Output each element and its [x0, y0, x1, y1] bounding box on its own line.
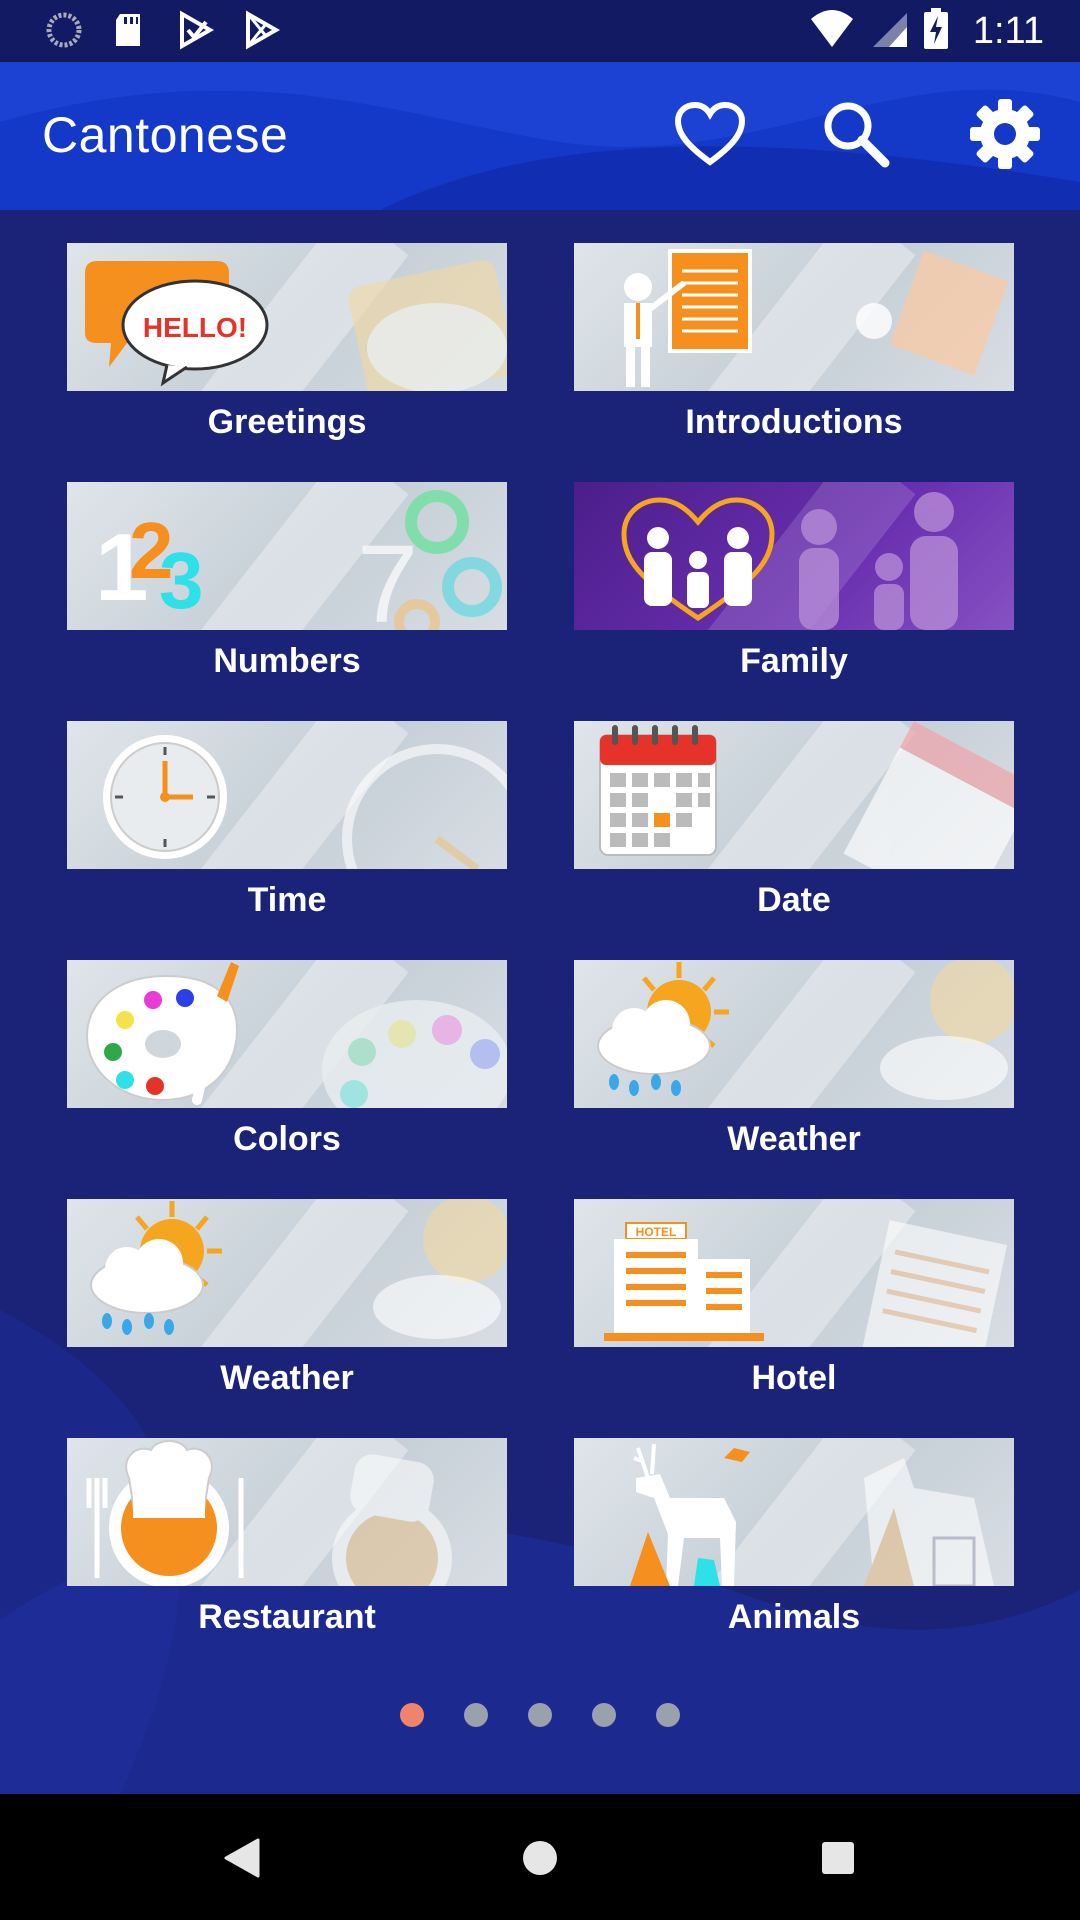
- category-card-introductions[interactable]: Introductions: [574, 243, 1014, 459]
- home-circle-icon: [523, 1841, 557, 1875]
- app-title: Cantonese: [42, 107, 289, 163]
- category-label: Colors: [233, 1120, 341, 1158]
- category-image: [67, 960, 507, 1108]
- category-label: Numbers: [213, 642, 361, 680]
- category-card-numbers[interactable]: 7 1 2 3 Numbers: [67, 482, 507, 698]
- category-label: Date: [757, 881, 831, 919]
- wifi-icon: [809, 9, 855, 54]
- category-label: Restaurant: [198, 1598, 376, 1636]
- page-dot-3[interactable]: [528, 1703, 552, 1727]
- status-time: 1:11: [972, 10, 1044, 52]
- category-image: HOTEL: [574, 1199, 1014, 1347]
- category-label: Time: [247, 881, 327, 919]
- category-card-weather-2[interactable]: Weather: [67, 1199, 507, 1415]
- category-card-date[interactable]: Date: [574, 721, 1014, 937]
- category-image: [574, 243, 1014, 391]
- signal-icon: [869, 9, 909, 54]
- battery-charging-icon: [923, 8, 949, 55]
- category-image: [574, 721, 1014, 869]
- recents-button[interactable]: [810, 1830, 866, 1886]
- page-indicator: [0, 1703, 1080, 1743]
- category-image: [67, 1199, 507, 1347]
- settings-button[interactable]: [963, 92, 1047, 176]
- page-dot-2[interactable]: [464, 1703, 488, 1727]
- category-image: [574, 1438, 1014, 1586]
- category-image: 7 1 2 3: [67, 482, 507, 630]
- category-image: HELLO!: [67, 243, 507, 391]
- category-card-restaurant[interactable]: Restaurant: [67, 1438, 507, 1654]
- family-heart-icon: [621, 492, 958, 630]
- back-triangle-icon: [224, 1838, 260, 1878]
- category-grid-area: HELLO! Greetings Introductions 7 1 2 3 N…: [0, 210, 1080, 1794]
- loading-icon: [44, 10, 84, 50]
- sun-cloud-rain-icon: [90, 1199, 507, 1339]
- category-card-family[interactable]: Family: [574, 482, 1014, 698]
- category-label: Animals: [727, 1598, 861, 1636]
- numbers-123-icon: 7 1 2 3: [95, 490, 502, 630]
- gear-icon: [970, 99, 1040, 169]
- category-image: [67, 1438, 507, 1586]
- category-label: Introductions: [685, 403, 903, 441]
- category-image: [574, 482, 1014, 630]
- presenter-board-icon: [624, 249, 1009, 387]
- category-grid: HELLO! Greetings Introductions 7 1 2 3 N…: [0, 210, 1080, 1794]
- status-bar: 1:11: [0, 0, 1080, 62]
- hello-speech-bubble-icon: HELLO!: [85, 260, 507, 391]
- heart-icon: [674, 102, 746, 166]
- page-dot-1[interactable]: [400, 1703, 424, 1727]
- play-store-icon: [242, 10, 282, 50]
- category-card-time[interactable]: Time: [67, 721, 507, 937]
- category-image: [67, 721, 507, 869]
- play-check-icon: [176, 10, 216, 50]
- category-card-hotel[interactable]: HOTEL Hotel: [574, 1199, 1014, 1415]
- category-card-colors[interactable]: Colors: [67, 960, 507, 1176]
- favorites-button[interactable]: [668, 92, 752, 176]
- app-bar: Cantonese: [0, 62, 1080, 210]
- search-button[interactable]: [814, 92, 898, 176]
- category-label: Weather: [727, 1120, 861, 1158]
- category-label: Weather: [220, 1359, 354, 1397]
- deer-animals-icon: [630, 1443, 994, 1586]
- category-card-weather[interactable]: Weather: [574, 960, 1014, 1176]
- home-button[interactable]: [512, 1830, 568, 1886]
- category-card-animals[interactable]: Animals: [574, 1438, 1014, 1654]
- category-card-greetings[interactable]: HELLO! Greetings: [67, 243, 507, 459]
- category-image: [574, 960, 1014, 1108]
- system-nav-bar: [0, 1794, 1080, 1920]
- svg-text:HOTEL: HOTEL: [636, 1225, 677, 1239]
- hotel-building-icon: HOTEL: [604, 1220, 1008, 1347]
- page-dot-4[interactable]: [592, 1703, 616, 1727]
- back-button[interactable]: [214, 1830, 270, 1886]
- paint-palette-icon: [85, 962, 507, 1108]
- category-label: Hotel: [751, 1359, 837, 1397]
- sun-cloud-rain-icon: [597, 960, 1014, 1100]
- calendar-icon: [599, 721, 1014, 869]
- clock-icon: [103, 735, 507, 869]
- category-label: Greetings: [207, 403, 367, 441]
- category-label: Family: [740, 642, 848, 680]
- sd-card-icon: [110, 10, 150, 50]
- chef-plate-icon: [86, 1440, 452, 1586]
- svg-text:7: 7: [357, 523, 418, 630]
- svg-text:3: 3: [159, 536, 204, 625]
- recents-square-icon: [822, 1842, 854, 1874]
- svg-text:HELLO!: HELLO!: [143, 312, 247, 343]
- page-dot-5[interactable]: [656, 1703, 680, 1727]
- search-icon: [824, 102, 890, 168]
